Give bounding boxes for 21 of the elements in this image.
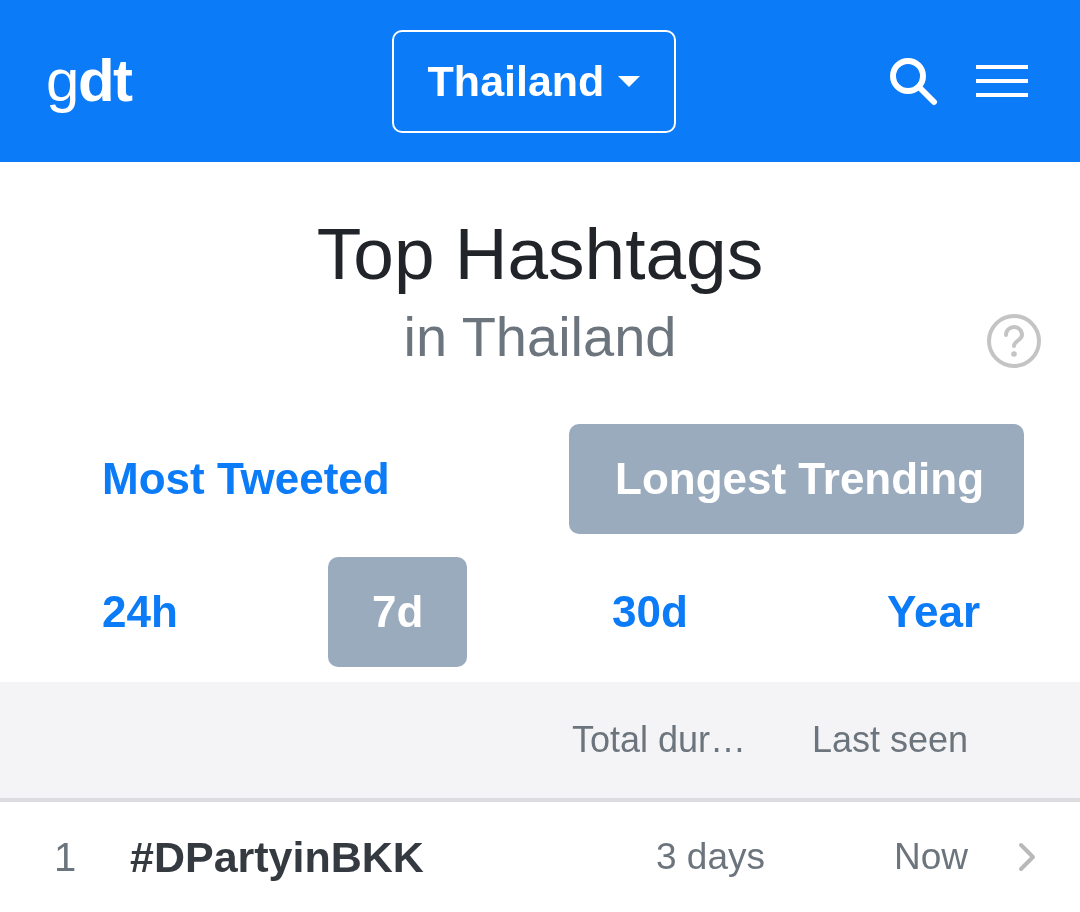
hashtag-name: #DPartyinBKK: [130, 832, 424, 881]
mode-tab[interactable]: Longest Trending: [569, 424, 1024, 534]
country-dropdown[interactable]: Thailand: [392, 29, 676, 133]
period-tab[interactable]: 24h: [56, 557, 188, 667]
menu-icon[interactable]: [976, 65, 1028, 97]
mode-tab[interactable]: Most Tweeted: [56, 424, 436, 534]
hashtag-row[interactable]: 1 #DPartyinBKK 3 days Now: [0, 802, 1080, 912]
search-icon[interactable]: [888, 56, 938, 106]
duration-cell-text: 3 days: [656, 835, 765, 880]
last-seen-cell-text: Now: [893, 835, 968, 880]
chevron-right-icon: [1018, 842, 1036, 872]
period-tab[interactable]: 7d: [328, 557, 468, 667]
column-header[interactable]: Total dur…: [571, 713, 746, 767]
rank-number: 1: [54, 835, 77, 879]
period-tab[interactable]: Year: [843, 557, 1024, 667]
logo[interactable]: gdt: [46, 47, 132, 114]
page-subtitle: in Thailand: [403, 304, 677, 370]
period-tab[interactable]: 30d: [568, 557, 732, 667]
column-header[interactable]: Last seen: [811, 713, 968, 767]
caret-icon: [618, 75, 641, 87]
page-title: Top Hashtags: [316, 212, 764, 296]
